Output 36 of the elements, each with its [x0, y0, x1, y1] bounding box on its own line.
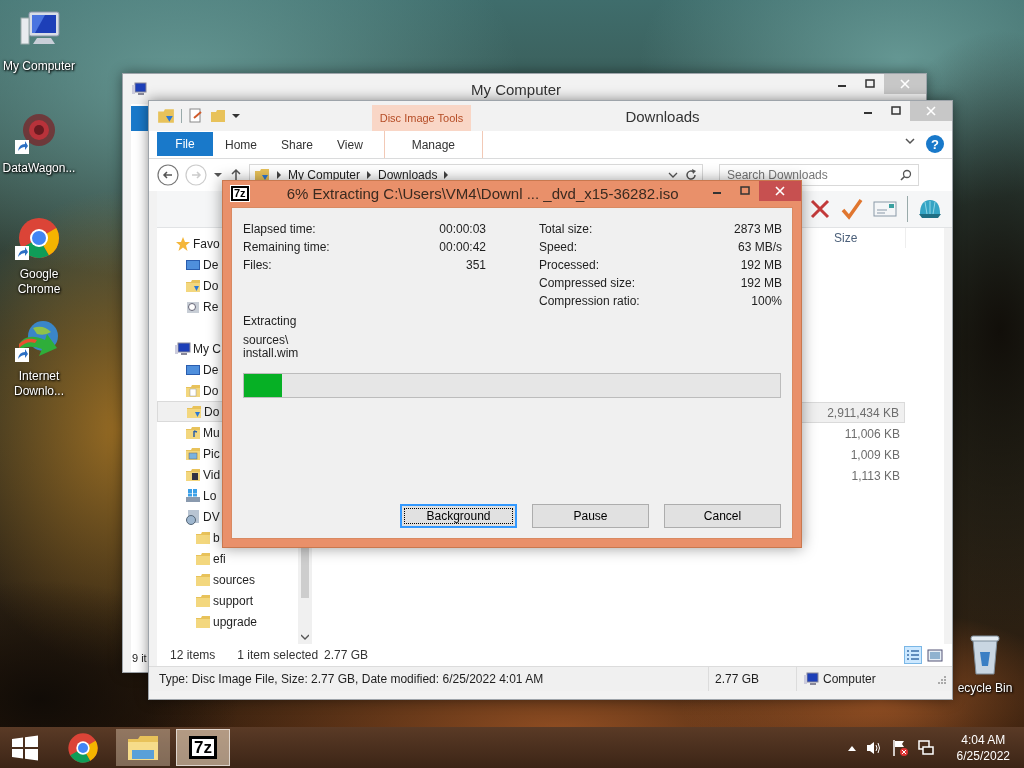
window-title: Downloads [624, 107, 701, 125]
file-path: sources\ [243, 334, 290, 347]
stat-label: Total size: [539, 222, 593, 236]
contextual-tab-group: Disc Image Tools [372, 105, 471, 131]
selection-count: 1 item selected [237, 648, 319, 662]
stat-value: 63 MB/s [738, 240, 782, 254]
selection-size: 2.77 GB [324, 648, 369, 662]
size-cell-text: 1,113 KB [850, 467, 901, 485]
window-title: My Computer [471, 80, 562, 98]
stat-value: 100% [751, 294, 782, 308]
item-count: 12 items [170, 648, 216, 662]
window-title: 6% Extracting C:\Users\VM4\Downl ... _dvd_x15-36282.iso [286, 185, 679, 202]
stat-value: 2873 MB [733, 222, 782, 236]
stat-value: 00:00:03 [439, 222, 486, 236]
app-logo: 7z [231, 186, 249, 201]
stat-value: 192 MB [740, 258, 782, 272]
size-cell-text: 1,009 KB [849, 446, 901, 464]
stat-label: Elapsed time: [243, 222, 316, 236]
status-text: 9 it [132, 652, 147, 664]
stat-value: 00:00:42 [439, 240, 486, 254]
size-cell-text: 11,006 KB [843, 425, 901, 443]
total-size: 2.77 GB [715, 672, 760, 686]
stat-label: Speed: [539, 240, 578, 254]
app-logo: 7z [189, 736, 217, 759]
size-cell-text: 2,911,434 KB [826, 404, 900, 422]
stat-value: 192 MB [740, 276, 782, 290]
status-text: Extracting [243, 314, 298, 328]
file-path: install.wim [243, 347, 300, 360]
stat-value: 351 [465, 258, 486, 272]
stat-label: Compression ratio: [539, 294, 640, 308]
stat-label: Processed: [539, 258, 600, 272]
stat-label: Remaining time: [243, 240, 330, 254]
stat-label: Files: [243, 258, 272, 272]
file-details: Type: Disc Image File, Size: 2.77 GB, Date modified: 6/25/2022 4:01 AM [158, 672, 545, 686]
stat-label: Compressed size: [539, 276, 636, 290]
location-label: Computer [823, 672, 876, 686]
